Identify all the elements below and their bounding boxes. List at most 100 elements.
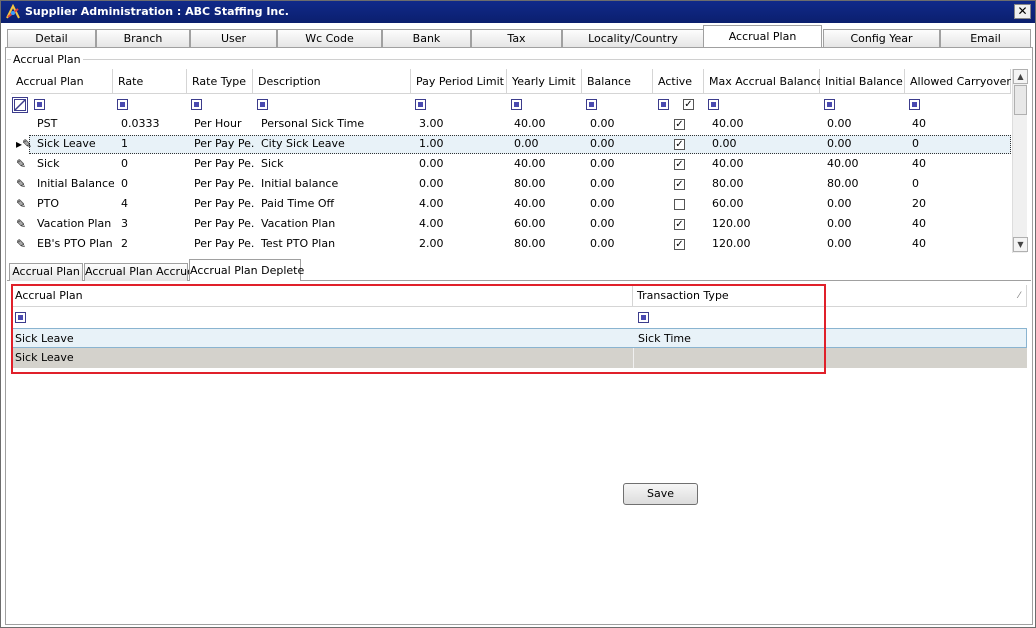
cell-rate: 0: [121, 157, 128, 170]
cell-rate: 0: [121, 177, 128, 190]
filter-yearly-limit[interactable]: [511, 99, 522, 110]
tab-detail[interactable]: Detail: [7, 29, 96, 48]
col-max-accrual-balance[interactable]: Max Accrual Balance: [704, 69, 823, 94]
cell-bal: 0.00: [590, 137, 615, 150]
filter-initial-balance[interactable]: [824, 99, 835, 110]
col-rate[interactable]: Rate: [113, 69, 187, 94]
filter-max-accrual-balance[interactable]: [708, 99, 719, 110]
cell-rate: 0.0333: [121, 117, 160, 130]
cell-init: 0.00: [827, 237, 852, 250]
col-pay-period-limit[interactable]: Pay Period Limit: [411, 69, 507, 94]
tab-user[interactable]: User: [190, 29, 277, 48]
window-title: Supplier Administration : ABC Staffing I…: [25, 5, 289, 18]
filter-accrual-plan[interactable]: [34, 99, 45, 110]
scroll-up-icon[interactable]: ▲: [1013, 69, 1028, 84]
cell-rate-type: Per Pay Pe...: [194, 137, 255, 150]
current-row-edit-icon: ▸✎: [16, 137, 33, 151]
tab-config-year[interactable]: Config Year: [823, 29, 940, 48]
cell-plan: PST: [37, 117, 58, 130]
cell-ppl: 0.00: [419, 177, 444, 190]
cell-yl: 40.00: [514, 117, 546, 130]
active-checkbox[interactable]: ✓: [674, 219, 685, 230]
subtab-accrual-plan-accrue[interactable]: Accrual Plan Accrue: [84, 263, 194, 281]
filter-balance[interactable]: [586, 99, 597, 110]
cell-carry: 40: [912, 217, 926, 230]
scroll-down-icon[interactable]: ▼: [1013, 237, 1028, 252]
active-checkbox[interactable]: ✓: [674, 159, 685, 170]
active-checkbox[interactable]: ✓: [674, 239, 685, 250]
tab-email[interactable]: Email: [940, 29, 1031, 48]
cell-rate-type: Per Hour: [194, 117, 242, 130]
supplier-admin-window: Supplier Administration : ABC Staffing I…: [0, 0, 1036, 628]
filter-allowed-carryover[interactable]: [909, 99, 920, 110]
active-checkbox[interactable]: [674, 199, 685, 210]
cell-ppl: 2.00: [419, 237, 444, 250]
cell-bal: 0.00: [590, 117, 615, 130]
active-checkbox[interactable]: ✓: [674, 139, 685, 150]
tab-accrual-plan[interactable]: Accrual Plan: [703, 25, 822, 48]
cell-ppl: 4.00: [419, 217, 444, 230]
cell-yl: 80.00: [514, 237, 546, 250]
col-initial-balance[interactable]: Initial Balance: [820, 69, 905, 94]
cell-rate: 2: [121, 237, 128, 250]
tab-locality-country[interactable]: Locality/Country: [562, 29, 704, 48]
cell-plan: Sick: [37, 157, 60, 170]
cell-init: 0.00: [827, 197, 852, 210]
active-checkbox[interactable]: ✓: [674, 119, 685, 130]
cell-ppl: 3.00: [419, 117, 444, 130]
cell-max: 40.00: [712, 117, 744, 130]
cell-rate: 3: [121, 217, 128, 230]
cell-rate-type: Per Pay Pe...: [194, 177, 255, 190]
edit-pencil-icon: ✎: [16, 157, 27, 171]
cell-init: 40.00: [827, 157, 859, 170]
close-button[interactable]: ✕: [1014, 4, 1031, 19]
filter-pay-period-limit[interactable]: [415, 99, 426, 110]
cell-plan: Initial Balance: [37, 177, 114, 190]
tab-bank[interactable]: Bank: [382, 29, 471, 48]
col-active[interactable]: Active: [653, 69, 704, 94]
col-rate-type[interactable]: Rate Type: [187, 69, 253, 94]
col-description[interactable]: Description: [253, 69, 411, 94]
resize-handle-icon[interactable]: ⁄: [1018, 285, 1020, 307]
grid-scrollbar[interactable]: ▲ ▼: [1012, 69, 1028, 253]
cell-plan: EB's PTO Plan: [37, 237, 113, 250]
cell-max: 120.00: [712, 237, 751, 250]
col-balance[interactable]: Balance: [582, 69, 653, 94]
cell-rate-type: Per Pay Pe...: [194, 197, 255, 210]
filter-clear-icon[interactable]: [12, 97, 28, 113]
cell-init: 0.00: [827, 137, 852, 150]
cell-ppl: 0.00: [419, 157, 444, 170]
subtab-accrual-plan[interactable]: Accrual Plan: [9, 263, 83, 281]
tab-branch[interactable]: Branch: [96, 29, 190, 48]
col-allowed-carryover[interactable]: Allowed Carryover: [905, 69, 1011, 94]
cell-max: 60.00: [712, 197, 744, 210]
cell-init: 0.00: [827, 217, 852, 230]
cell-yl: 80.00: [514, 177, 546, 190]
subtab-accrual-plan-deplete[interactable]: Accrual Plan Deplete: [189, 259, 304, 281]
cell-desc: Paid Time Off: [261, 197, 335, 210]
highlight-annotation-box: [11, 284, 826, 374]
save-button[interactable]: Save: [623, 483, 698, 505]
cell-desc: Vacation Plan: [261, 217, 336, 230]
filter-active-checkbox[interactable]: ✓: [683, 99, 694, 110]
filter-rate-type[interactable]: [191, 99, 202, 110]
active-checkbox[interactable]: ✓: [674, 179, 685, 190]
cell-carry: 0: [912, 137, 919, 150]
col-accrual-plan[interactable]: Accrual Plan: [11, 69, 113, 94]
title-bar: Supplier Administration : ABC Staffing I…: [1, 1, 1035, 23]
col-yearly-limit[interactable]: Yearly Limit: [507, 69, 582, 94]
cell-desc: Sick: [261, 157, 284, 170]
cell-bal: 0.00: [590, 217, 615, 230]
cell-rate: 4: [121, 197, 128, 210]
tab-wc-code[interactable]: Wc Code: [277, 29, 382, 48]
group-title: Accrual Plan: [11, 53, 83, 66]
scroll-thumb[interactable]: [1014, 85, 1027, 115]
filter-description[interactable]: [257, 99, 268, 110]
cell-ppl: 4.00: [419, 197, 444, 210]
main-tab-strip: Detail Branch User Wc Code Bank Tax Loca…: [5, 25, 1033, 48]
cell-max: 40.00: [712, 157, 744, 170]
filter-rate[interactable]: [117, 99, 128, 110]
app-icon: [6, 4, 20, 19]
tab-tax[interactable]: Tax: [471, 29, 562, 48]
filter-active[interactable]: [658, 99, 669, 110]
